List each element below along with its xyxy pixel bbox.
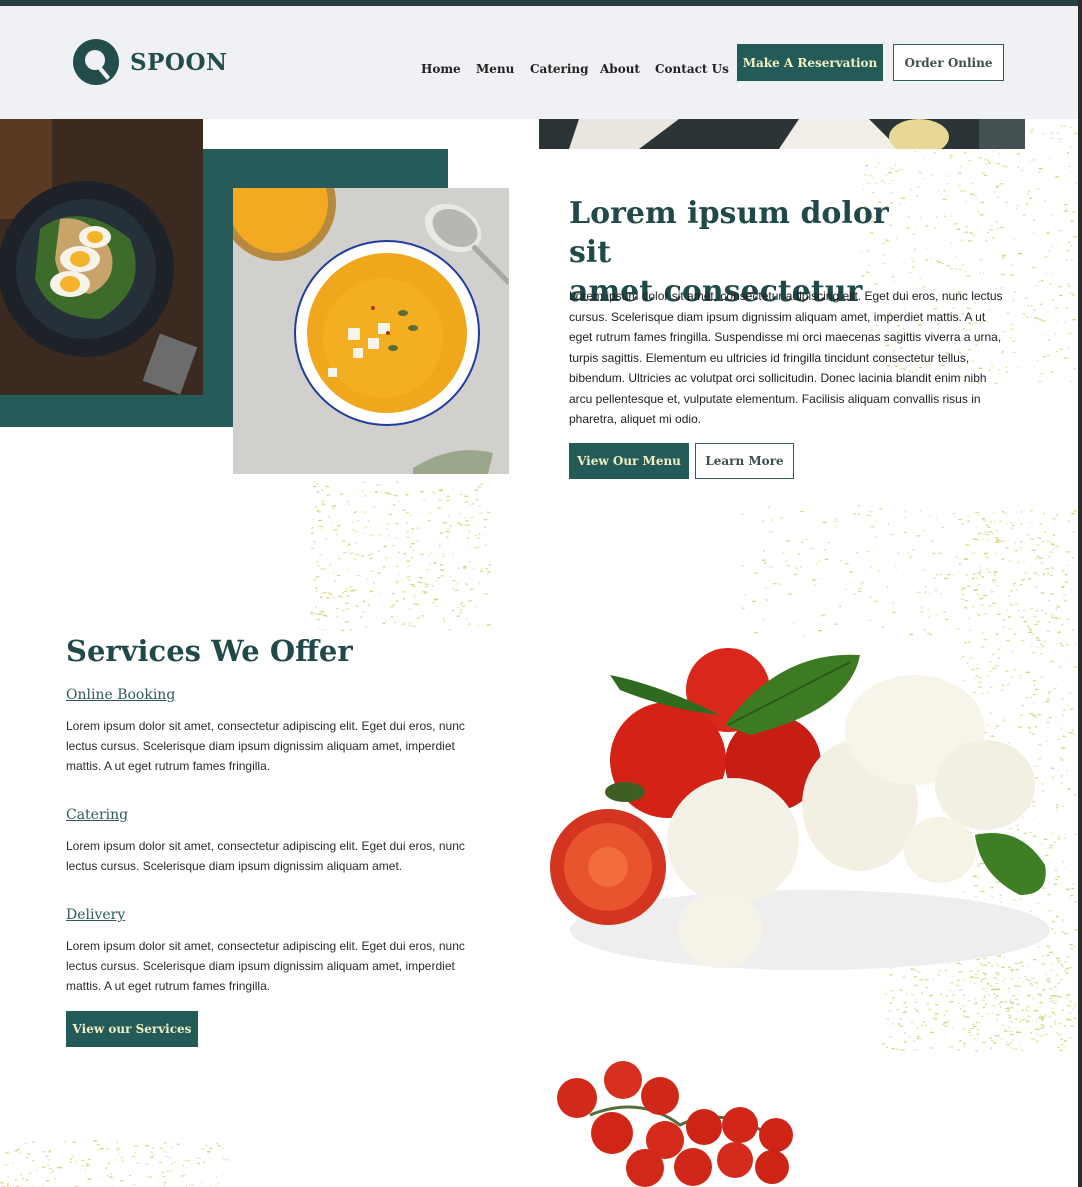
teal-accent-block-top — [203, 149, 448, 188]
service-catering-text: Lorem ipsum dolor sit amet, consectetur … — [66, 839, 465, 873]
logo[interactable]: SPOON — [73, 39, 228, 85]
nav-catering[interactable]: Catering — [530, 62, 589, 76]
cherry-tomatoes-photo — [550, 1055, 800, 1187]
service-catering-link[interactable]: Catering — [66, 807, 128, 823]
site-header: SPOON Home Menu Catering About Contact U… — [0, 6, 1078, 119]
nav-menu[interactable]: Menu — [476, 62, 514, 76]
view-menu-button[interactable]: View Our Menu — [569, 443, 689, 479]
pumpkin-soup-photo — [233, 188, 509, 474]
hero-body: Lorem ipsum dolor sit amet, consectetur … — [569, 289, 1003, 426]
service-online-booking-link[interactable]: Online Booking — [66, 687, 175, 703]
spoon-logo-icon — [73, 39, 119, 85]
hero-title-line-1: Lorem ipsum dolor sit — [569, 196, 889, 270]
view-services-button[interactable]: View our Services — [66, 1011, 198, 1047]
make-reservation-button[interactable]: Make A Reservation — [737, 44, 883, 81]
services-title: Services We Offer — [66, 634, 353, 668]
nav-contact[interactable]: Contact Us — [655, 62, 729, 76]
dining-photo-strip — [539, 119, 1025, 149]
nav-about[interactable]: About — [600, 62, 640, 76]
service-delivery-link[interactable]: Delivery — [66, 907, 125, 923]
service-online-booking-text: Lorem ipsum dolor sit amet, consectetur … — [66, 719, 465, 773]
egg-toast-photo — [0, 119, 203, 395]
nav-home[interactable]: Home — [421, 62, 461, 76]
brand-name: SPOON — [130, 48, 228, 76]
learn-more-button[interactable]: Learn More — [695, 443, 794, 479]
order-online-button[interactable]: Order Online — [893, 44, 1004, 81]
tomato-mozzarella-photo — [540, 630, 1080, 990]
service-delivery-text: Lorem ipsum dolor sit amet, consectetur … — [66, 939, 465, 993]
window-edge — [1078, 0, 1082, 1187]
